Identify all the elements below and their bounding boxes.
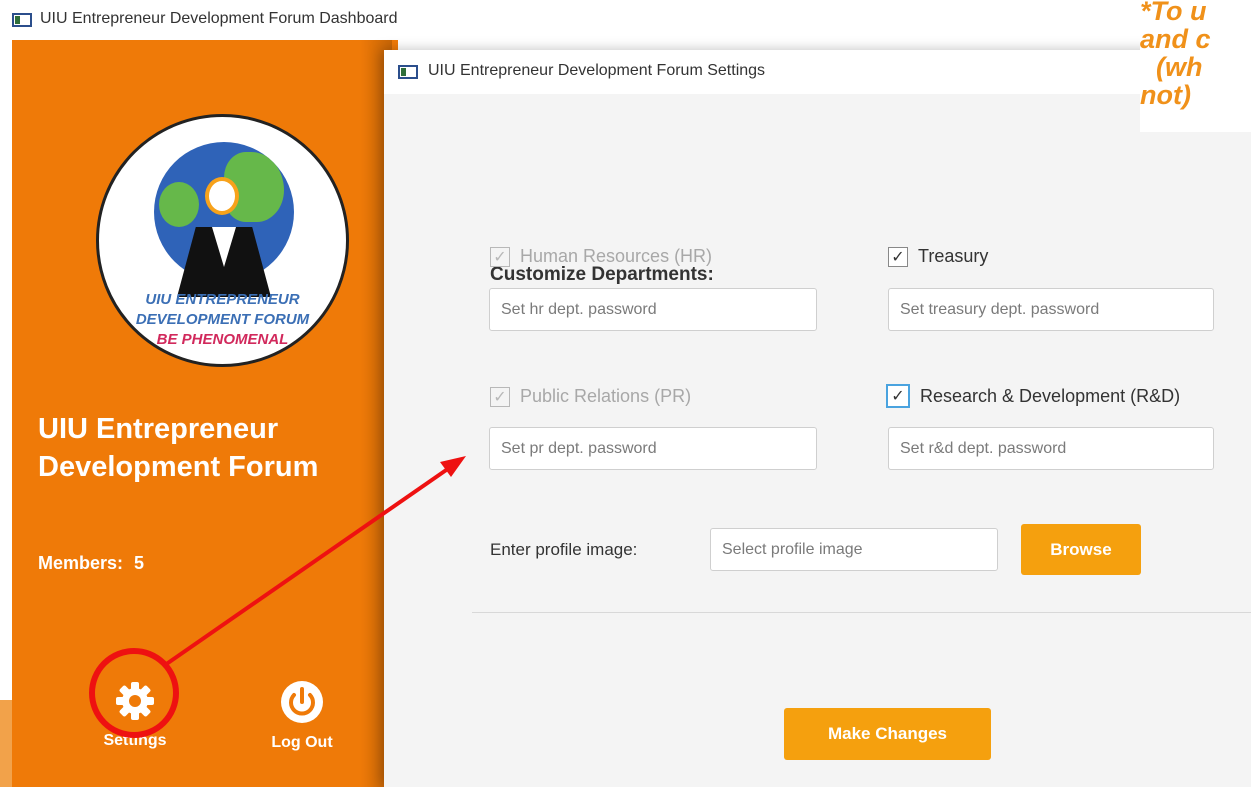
annotation-arrow — [163, 456, 466, 667]
screenshot-root: UIU Entrepreneur Development Forum Dashb… — [0, 0, 1251, 787]
instruction-note: *To u and c (wh not) — [1140, 0, 1251, 132]
